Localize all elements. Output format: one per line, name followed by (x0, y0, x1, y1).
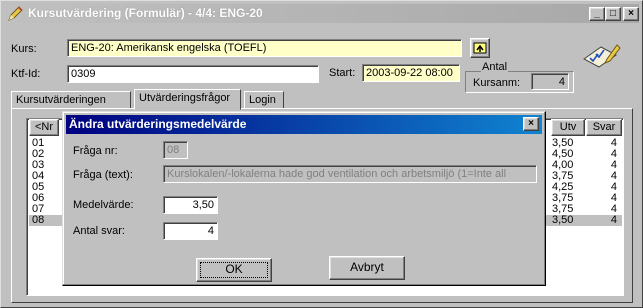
minimize-button[interactable]: _ (589, 7, 605, 21)
cell-utv: 3,75 (552, 204, 574, 215)
app-pencil-icon (8, 6, 23, 21)
window-title: Kursutvärdering (Formulär) - 4/4: ENG-20 (28, 6, 263, 20)
cell-utv: 3,75 (552, 193, 574, 204)
ktfid-label: Ktf-Id: (11, 68, 41, 80)
cell-nr: 01 (32, 138, 45, 149)
start-field[interactable]: 2003-09-22 08:00 (362, 64, 460, 82)
cell-svar: 4 (610, 138, 617, 149)
medelvarde-label: Medelvärde: (73, 199, 134, 211)
cell-nr: 02 (32, 149, 45, 160)
tab-kursutvarderingen[interactable]: Kursutvärderingen (11, 91, 131, 109)
cell-svar: 4 (610, 193, 617, 204)
cell-nr: 06 (32, 193, 45, 204)
fraga-nr-field: 08 (163, 141, 188, 159)
cell-svar: 4 (610, 171, 617, 182)
ktfid-field[interactable]: 0309 (67, 65, 319, 83)
fraga-text-label: Fråga (text): (73, 169, 133, 181)
cell-utv: 4,50 (552, 149, 574, 160)
tab-login[interactable]: Login (244, 91, 284, 109)
column-header-nr[interactable]: <Nr (29, 119, 59, 136)
column-header-svar[interactable]: Svar (586, 119, 622, 136)
dialog-close-button[interactable]: × (523, 117, 539, 131)
antal-group-label: Antal (481, 61, 509, 73)
column-header-utv[interactable]: Utv (551, 119, 585, 136)
cancel-button[interactable]: Avbryt (329, 256, 405, 280)
medelvarde-input[interactable]: 3,50 (163, 196, 218, 214)
kurs-field[interactable]: ENG-20: Amerikansk engelska (TOEFL) (67, 39, 462, 57)
cell-nr: 03 (32, 160, 45, 171)
cell-svar: 4 (610, 204, 617, 215)
kursanm-label: Kursanm: (473, 77, 521, 89)
dialog-title-bar[interactable]: Ändra utvärderingsmedelvärde × (66, 115, 542, 134)
cell-utv: 3,75 (552, 171, 574, 182)
antal-svar-label: Antal svar: (73, 225, 125, 237)
cell-svar: 4 (610, 182, 617, 193)
arrow-up-folder-icon (473, 42, 487, 54)
checklist-pencil-icon (583, 44, 621, 68)
dialog-title: Ändra utvärderingsmedelvärde (69, 117, 247, 131)
cell-nr: 07 (32, 204, 45, 215)
kursanm-field: 4 (531, 73, 569, 90)
cell-utv: 4,00 (552, 160, 574, 171)
ok-button[interactable]: OK (196, 258, 272, 282)
cell-nr: 08 (32, 215, 45, 226)
main-title-bar[interactable]: Kursutvärdering (Formulär) - 4/4: ENG-20… (4, 4, 639, 23)
edit-average-dialog: Ändra utvärderingsmedelvärde × Fråga nr:… (62, 111, 546, 286)
start-label: Start: (329, 67, 356, 79)
go-to-course-button[interactable] (470, 38, 490, 58)
maximize-button[interactable]: □ (605, 7, 621, 21)
cell-utv: 4,25 (552, 182, 574, 193)
fraga-text-field: Kurslokalen/-lokalerna hade god ventilat… (163, 165, 537, 183)
cell-svar: 4 (610, 160, 617, 171)
close-button[interactable]: × (623, 7, 639, 21)
tab-utvarderingsfragor[interactable]: Utvärderingsfrågor (134, 89, 241, 110)
antal-svar-input[interactable]: 4 (163, 222, 218, 240)
cell-svar: 4 (610, 215, 617, 226)
cell-nr: 05 (32, 182, 45, 193)
fraga-nr-label: Fråga nr: (73, 145, 118, 157)
cell-nr: 04 (32, 171, 45, 182)
kurs-label: Kurs: (11, 43, 37, 55)
cell-utv: 3,50 (552, 138, 574, 149)
cell-utv: 3,50 (552, 215, 574, 226)
cell-svar: 4 (610, 149, 617, 160)
